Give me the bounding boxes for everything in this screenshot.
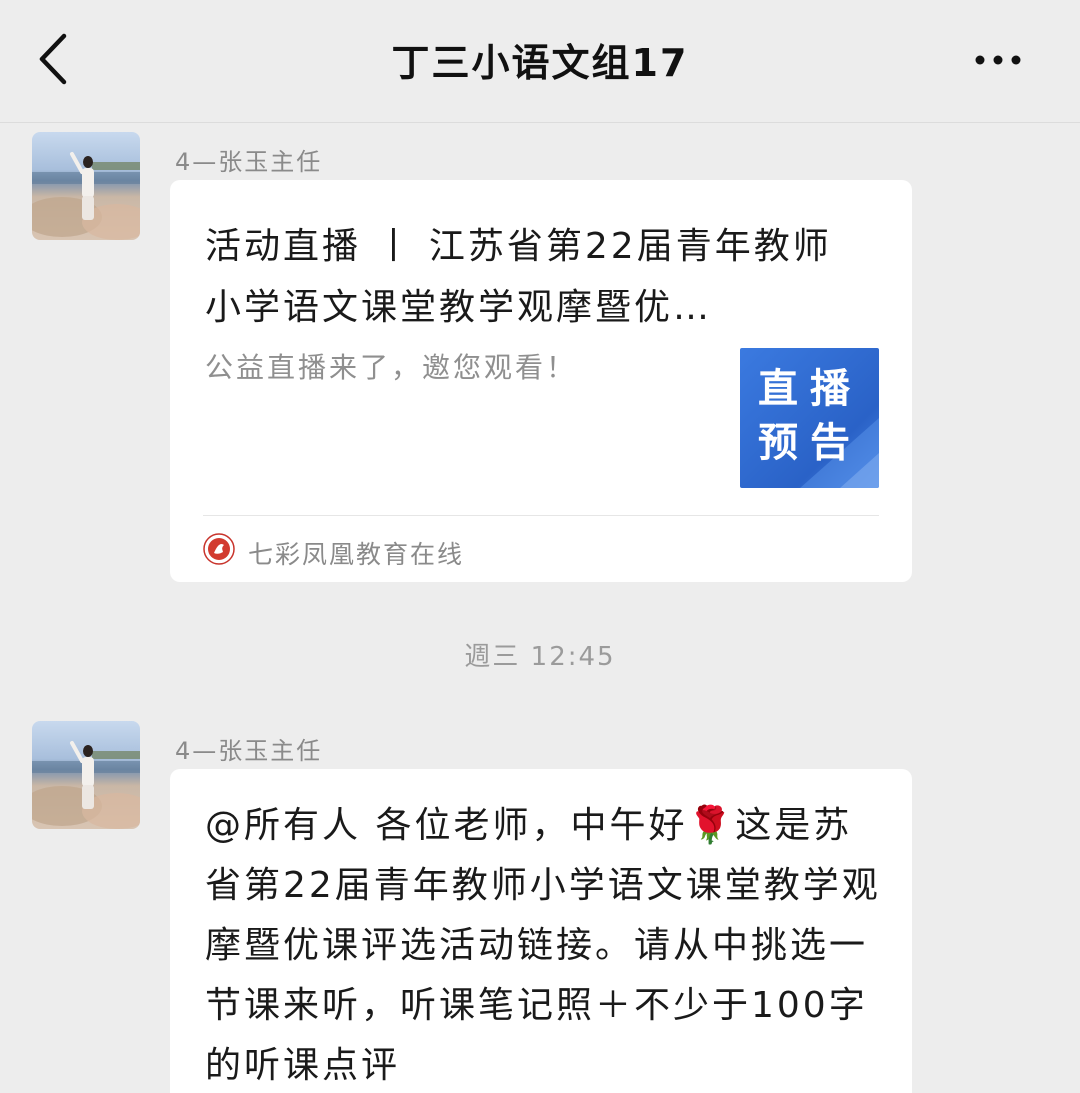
chat-title: 丁三小语文组17 xyxy=(391,41,689,85)
timestamp: 週三 12:45 xyxy=(464,642,616,672)
sender-name: 4—张玉主任 xyxy=(175,737,323,765)
avatar-photo xyxy=(32,721,140,829)
source-name: 七彩凤凰教育在线 xyxy=(248,540,465,569)
card-title: 活动直播 丨 江苏省第22届青年教师小学语文课堂教学观摩暨优… xyxy=(205,226,832,328)
chat-screen: 丁三小语文组17 4—张玉主任 活动直播 丨 江苏省第22届青年教师小学语文课堂… xyxy=(0,0,1080,1093)
sender-name: 4—张玉主任 xyxy=(175,148,323,176)
card-description: 公益直播来了，邀您观看！ xyxy=(205,351,578,384)
message-text: @所有人 各位老师，中午好🌹这是苏省第22届青年教师小学语文课堂教学观摩暨优课评… xyxy=(205,805,881,1086)
link-card[interactable]: 活动直播 丨 江苏省第22届青年教师小学语文课堂教学观摩暨优… 公益直播来了，邀… xyxy=(170,180,912,582)
chat-header: 丁三小语文组17 xyxy=(0,0,1080,123)
card-thumbnail: 直播预告 xyxy=(740,348,879,488)
more-dots-icon xyxy=(975,55,1021,65)
thumbnail-text: 直播预告 xyxy=(758,366,862,466)
source-logo-icon xyxy=(203,533,235,565)
card-divider xyxy=(203,515,879,516)
avatar[interactable] xyxy=(32,721,140,829)
avatar[interactable] xyxy=(32,132,140,240)
more-button[interactable] xyxy=(970,40,1040,80)
avatar-photo xyxy=(32,132,140,240)
text-message-bubble[interactable]: @所有人 各位老师，中午好🌹这是苏省第22届青年教师小学语文课堂教学观摩暨优课评… xyxy=(170,769,912,1093)
